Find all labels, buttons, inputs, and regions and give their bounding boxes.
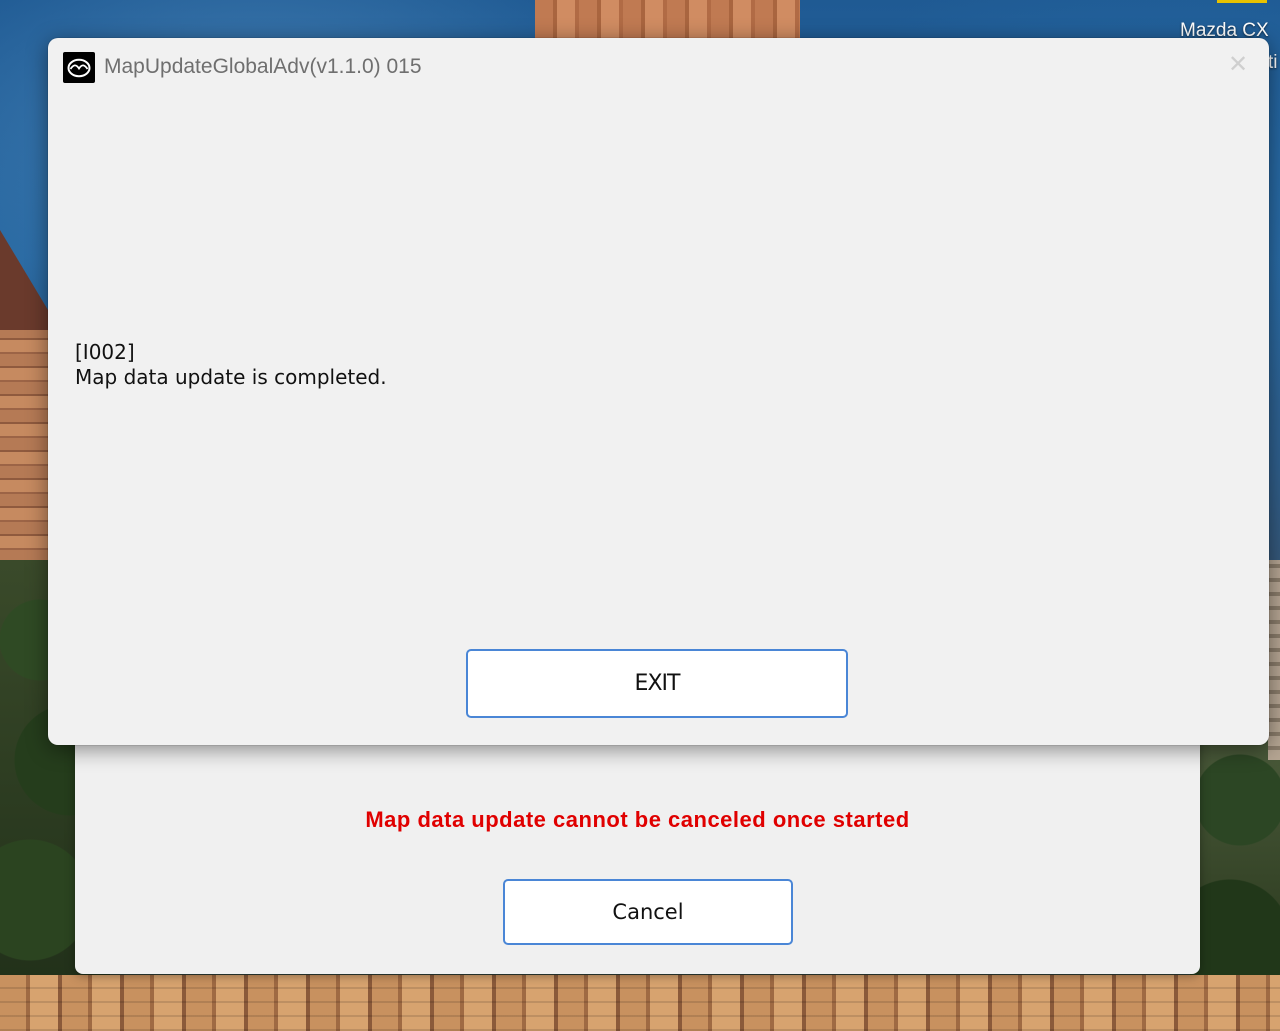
cancel-button[interactable]: Cancel [503, 879, 793, 945]
message-text: Map data update is completed. [75, 365, 387, 389]
message-code: [I002] [75, 340, 135, 364]
rock-right [1268, 560, 1280, 760]
desktop-shortcut-label-2[interactable]: ti [1268, 52, 1278, 74]
status-message: [I002] Map data update is completed. [75, 340, 387, 390]
castle-wall-bottom [0, 975, 1280, 1031]
castle-tower-top [535, 0, 800, 40]
exit-button[interactable]: EXIT [466, 649, 848, 718]
completion-dialog: MapUpdateGlobalAdv(v1.1.0) 015 ✕ [I002] … [48, 38, 1269, 745]
close-icon[interactable]: ✕ [1227, 53, 1249, 77]
window-title: MapUpdateGlobalAdv(v1.1.0) 015 [104, 55, 422, 78]
mazda-logo-icon [63, 52, 95, 83]
cancel-warning-text: Map data update cannot be canceled once … [365, 807, 910, 832]
title-bar[interactable]: MapUpdateGlobalAdv(v1.1.0) 015 ✕ [48, 38, 1269, 98]
desktop-accent-bar [1217, 0, 1267, 3]
castle-tower-left [0, 330, 48, 590]
